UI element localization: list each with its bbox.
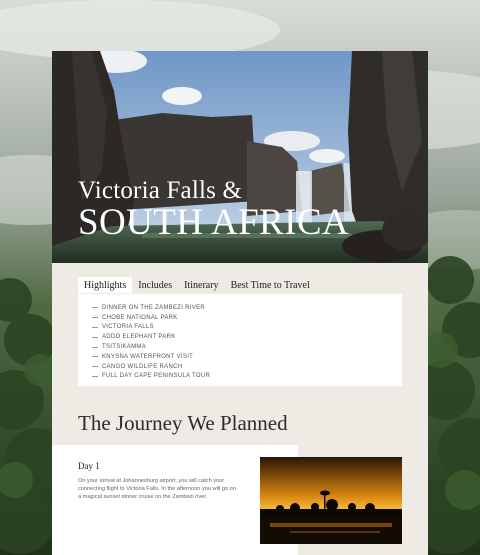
list-item: ADDO ELEPHANT PARK — [92, 332, 402, 342]
hero-banner: Victoria Falls & SOUTH AFRICA — [52, 51, 428, 263]
tour-card: Victoria Falls & SOUTH AFRICA Highlights… — [52, 51, 428, 555]
tab-itinerary[interactable]: Itinerary — [178, 277, 224, 293]
dash-icon — [92, 317, 98, 319]
dash-icon — [92, 366, 98, 368]
highlights-panel: DINNER ON THE ZAMBEZI RIVER CHOBE NATION… — [78, 294, 402, 386]
dash-icon — [92, 356, 98, 358]
hero-title-line2: SOUTH AFRICA — [78, 202, 350, 243]
tab-includes[interactable]: Includes — [132, 277, 178, 293]
day-title: Day 1 — [78, 461, 100, 471]
list-item: FULL DAY CAPE PENINSULA TOUR — [92, 372, 402, 382]
journey-heading: The Journey We Planned — [78, 411, 288, 435]
dash-icon — [92, 375, 98, 377]
list-item: DINNER ON THE ZAMBEZI RIVER — [92, 303, 402, 313]
highlight-text: VICTORIA FALLS — [102, 324, 154, 331]
list-item: KNYSNA WATERFRONT VISIT — [92, 352, 402, 362]
highlight-text: CHOBE NATIONAL PARK — [102, 314, 178, 321]
highlight-text: FULL DAY CAPE PENINSULA TOUR — [102, 373, 211, 380]
list-item: VICTORIA FALLS — [92, 323, 402, 333]
list-item: CHOBE NATIONAL PARK — [92, 313, 402, 323]
zambezi-sunset-image — [260, 457, 402, 544]
highlight-text: CANGO WILDLIFE RANCH — [102, 363, 183, 370]
day-description: On your arrival at Johannesburg airport,… — [78, 478, 236, 500]
dash-icon — [92, 307, 98, 309]
list-item: CANGO WILDLIFE RANCH — [92, 362, 402, 372]
highlight-text: DINNER ON THE ZAMBEZI RIVER — [102, 304, 205, 311]
tab-highlights[interactable]: Highlights — [78, 277, 133, 293]
tab-best-time-to-travel[interactable]: Best Time to Travel — [225, 277, 316, 293]
tab-bar: Highlights Includes Itinerary Best Time … — [78, 277, 316, 295]
highlight-text: ADDO ELEPHANT PARK — [102, 334, 176, 341]
dash-icon — [92, 346, 98, 348]
highlight-text: KNYSNA WATERFRONT VISIT — [102, 353, 194, 360]
dash-icon — [92, 336, 98, 338]
highlight-text: TSITSIKAMMA — [102, 344, 146, 351]
dash-icon — [92, 326, 98, 328]
list-item: TSITSIKAMMA — [92, 342, 402, 352]
